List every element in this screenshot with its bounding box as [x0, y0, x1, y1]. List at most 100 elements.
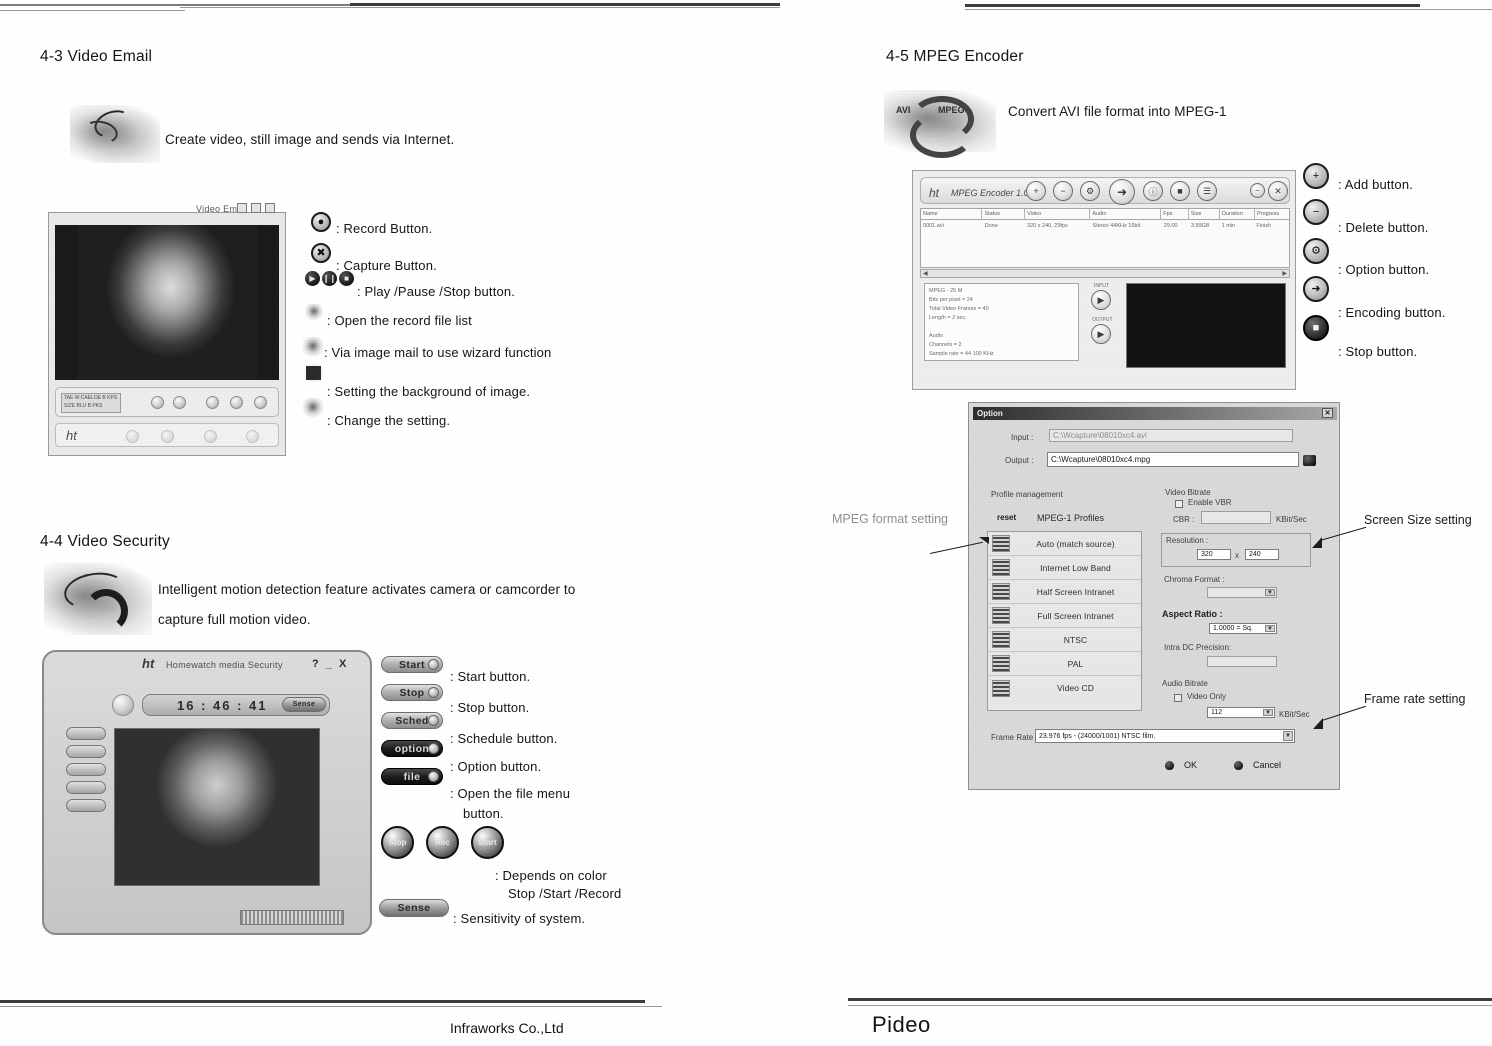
input-play-button[interactable]: ▶ [1091, 290, 1111, 310]
minimize-window-icon[interactable]: – [1250, 183, 1265, 198]
close-window-icon[interactable] [265, 203, 275, 213]
stop-button-icon[interactable]: ■ [339, 271, 354, 286]
start-button-icon[interactable]: Start [381, 656, 443, 673]
mpeg-encoder-job-list[interactable]: Name Status Video Audio Fps Size Duratio… [920, 208, 1290, 268]
video-security-side-button-3[interactable] [66, 763, 106, 776]
option-dialog-close-button[interactable]: ✕ [1322, 408, 1333, 418]
option-button-icon[interactable]: option [381, 740, 443, 757]
option-dialog[interactable]: Option ✕ Input : C:\Wcapture\08010xc4.av… [968, 402, 1340, 790]
delete-button-icon[interactable]: − [1303, 199, 1329, 225]
audio-bitrate-select[interactable]: 112 ▼ [1207, 707, 1275, 718]
browse-folder-icon[interactable] [1303, 455, 1316, 466]
chevron-down-icon[interactable]: ▼ [1283, 731, 1293, 741]
output-play-button[interactable]: ▶ [1091, 324, 1111, 344]
profile-row-pal[interactable]: PAL [988, 652, 1141, 676]
video-email-toolbar-icon-1[interactable] [126, 430, 139, 443]
video-email-pause-knob[interactable] [230, 396, 243, 409]
video-email-record-knob[interactable] [151, 396, 164, 409]
profile-list[interactable]: Auto (match source) Internet Low Band Ha… [987, 531, 1142, 711]
profile-row-full-screen[interactable]: Full Screen Intranet [988, 604, 1141, 628]
background-setting-icon[interactable] [303, 363, 325, 383]
profile-row-internet-low[interactable]: Internet Low Band [988, 556, 1141, 580]
profile-full-screen-icon [992, 607, 1010, 624]
video-security-side-button-4[interactable] [66, 781, 106, 794]
sense-pill-icon[interactable]: Sense [379, 899, 449, 917]
cancel-button[interactable]: Cancel [1253, 760, 1281, 770]
chevron-down-icon[interactable]: ▼ [1263, 709, 1273, 716]
job-list-horizontal-scrollbar[interactable]: ◀ ▶ [920, 269, 1290, 278]
change-setting-icon[interactable] [303, 398, 325, 418]
aspect-ratio-select[interactable]: 1.0000 = Sq. ▼ [1209, 623, 1277, 634]
stop-sphere-icon[interactable]: Stop [381, 826, 414, 859]
video-security-sense-indicator[interactable]: Sense [282, 697, 326, 712]
play-button-icon[interactable]: ▶ [305, 271, 320, 286]
input-path-field[interactable]: C:\Wcapture\08010xc4.avi [1049, 429, 1293, 442]
add-toolbar-icon[interactable]: + [1026, 181, 1046, 201]
video-security-side-button-1[interactable] [66, 727, 106, 740]
stop-toolbar-icon[interactable]: ■ [1170, 181, 1190, 201]
play-triangle-icon: ▶ [309, 273, 316, 283]
video-security-app-window[interactable]: ht Homewatch media Security ? _ X 16 : 4… [42, 650, 372, 935]
video-email-stop-knob[interactable] [254, 396, 267, 409]
job-cell-size: 3.99GB [1190, 223, 1210, 229]
profile-ntsc-icon [992, 631, 1010, 648]
rec-sphere-icon[interactable]: Rec [426, 826, 459, 859]
chevron-down-icon[interactable]: ▼ [1265, 589, 1275, 596]
video-security-power-knob[interactable] [112, 694, 134, 716]
chroma-format-select[interactable]: ▼ [1207, 587, 1277, 598]
mpeg-encoder-toolbar[interactable]: ht MPEG Encoder 1.0 + − ⚙ ➜ ⓘ ■ ☰ – ✕ [920, 177, 1290, 205]
capture-button-icon[interactable]: ✖ [311, 243, 331, 263]
option-button-icon[interactable]: ⚙ [1303, 238, 1329, 264]
record-button-icon[interactable]: ● [311, 212, 331, 232]
video-email-capture-knob[interactable] [173, 396, 186, 409]
video-only-checkbox[interactable] [1174, 694, 1182, 702]
scroll-right-arrow-icon[interactable]: ▶ [1280, 270, 1289, 277]
profile-row-ntsc[interactable]: NTSC [988, 628, 1141, 652]
resolution-width-field[interactable]: 320 [1197, 549, 1231, 560]
record-file-list-icon[interactable] [305, 304, 325, 320]
output-path-field[interactable]: C:\Wcapture\08010xc4.mpg [1047, 452, 1299, 467]
close-window-icon[interactable]: ✕ [1268, 181, 1288, 201]
video-email-toolbar-icon-3[interactable] [204, 430, 217, 443]
info-toolbar-icon[interactable]: ⓘ [1143, 181, 1163, 201]
scroll-left-arrow-icon[interactable]: ◀ [921, 270, 930, 277]
maximize-window-icon[interactable] [251, 203, 261, 213]
encoding-toolbar-icon[interactable]: ➜ [1109, 179, 1135, 205]
file-menu-button-icon[interactable]: file [381, 768, 443, 785]
profile-half-screen-icon [992, 583, 1010, 600]
option-toolbar-icon[interactable]: ⚙ [1080, 181, 1100, 201]
table-row[interactable]: 0001.avi Done 320 x 240, 29fps Stereo 44… [921, 221, 1289, 231]
job-col-fps: Fps [1161, 209, 1189, 219]
start-sphere-icon[interactable]: Start [471, 826, 504, 859]
profile-row-auto[interactable]: Auto (match source) [988, 532, 1141, 556]
option-dialog-titlebar[interactable]: Option [973, 407, 1337, 420]
cbr-field[interactable] [1201, 511, 1271, 524]
video-email-play-knob[interactable] [206, 396, 219, 409]
resolution-height-field[interactable]: 240 [1245, 549, 1279, 560]
pause-button-icon[interactable]: ❙❙ [322, 271, 337, 286]
frame-rate-select[interactable]: 23.976 fps - (24000/1001) NTSC film. ▼ [1035, 729, 1295, 743]
stop-button-icon[interactable]: ■ [1303, 315, 1329, 341]
video-security-side-button-2[interactable] [66, 745, 106, 758]
add-button-icon[interactable]: + [1303, 163, 1329, 189]
schedule-button-icon[interactable]: Sched [381, 712, 443, 729]
delete-toolbar-icon[interactable]: − [1053, 181, 1073, 201]
minimize-window-icon[interactable] [237, 203, 247, 213]
encoding-button-icon[interactable]: ➜ [1303, 276, 1329, 302]
image-mail-wizard-icon[interactable] [303, 337, 325, 357]
video-security-window-controls[interactable]: ? _ X [312, 658, 348, 670]
enable-vbr-checkbox[interactable] [1175, 500, 1183, 508]
list-toolbar-icon[interactable]: ☰ [1197, 181, 1217, 201]
intra-dc-precision-field[interactable] [1207, 656, 1277, 667]
profile-row-video-cd[interactable]: Video CD [988, 676, 1141, 700]
video-email-toolbar[interactable]: ht [55, 423, 279, 447]
video-email-app-window[interactable]: Video Email TAE W:CAELOE B KPS SIZE BLU … [48, 203, 286, 456]
mpeg-encoder-app-window[interactable]: ht MPEG Encoder 1.0 + − ⚙ ➜ ⓘ ■ ☰ – ✕ Na… [912, 170, 1296, 390]
video-security-side-button-5[interactable] [66, 799, 106, 812]
video-email-toolbar-icon-4[interactable] [246, 430, 259, 443]
video-email-toolbar-icon-2[interactable] [161, 430, 174, 443]
stop-button-icon[interactable]: Stop [381, 684, 443, 701]
chevron-down-icon[interactable]: ▼ [1265, 625, 1275, 632]
ok-button[interactable]: OK [1184, 760, 1197, 770]
profile-row-half-screen[interactable]: Half Screen Intranet [988, 580, 1141, 604]
